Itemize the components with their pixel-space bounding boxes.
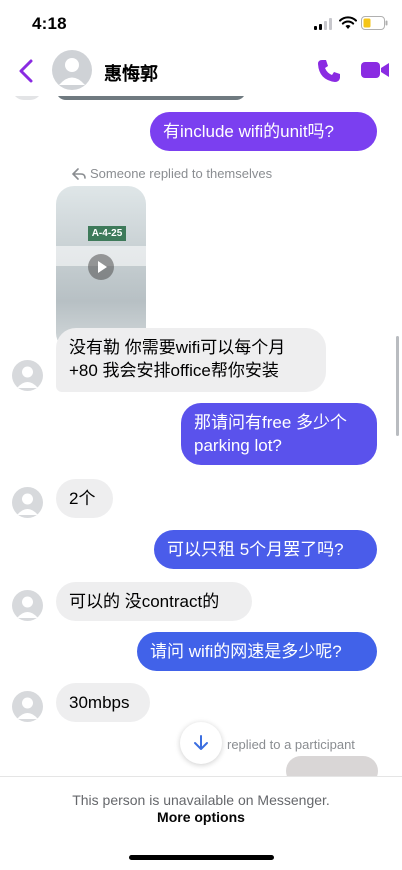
contact-small-avatar[interactable] bbox=[12, 360, 43, 391]
video-attachment[interactable]: A-4-25 bbox=[56, 186, 146, 351]
message-text: 请问 wifi的网速是多少呢? bbox=[150, 642, 342, 661]
default-avatar-icon bbox=[17, 366, 38, 388]
more-options-link[interactable]: More options bbox=[0, 809, 402, 825]
default-avatar-icon bbox=[17, 493, 38, 515]
home-indicator[interactable] bbox=[129, 855, 274, 860]
video-call-button[interactable] bbox=[360, 59, 390, 81]
unavailable-notice: This person is unavailable on Messenger. bbox=[72, 792, 330, 808]
default-avatar-icon bbox=[17, 596, 38, 618]
play-icon[interactable] bbox=[88, 254, 114, 280]
scrollbar[interactable] bbox=[396, 336, 399, 436]
contact-small-avatar[interactable] bbox=[12, 590, 43, 621]
default-avatar-icon bbox=[59, 58, 85, 85]
battery-icon bbox=[361, 16, 388, 30]
message-text: 可以的 没contract的 bbox=[69, 592, 220, 611]
outgoing-message[interactable]: 请问 wifi的网速是多少呢? bbox=[137, 632, 377, 671]
incoming-message[interactable]: 2个 bbox=[56, 479, 113, 518]
wifi-icon bbox=[339, 16, 357, 29]
contact-name[interactable]: 惠悔郭 bbox=[104, 60, 158, 86]
outgoing-message[interactable]: 可以只租 5个月罢了吗? bbox=[154, 530, 377, 569]
message-text: 有include wifi的unit吗? bbox=[163, 122, 335, 141]
status-time: 4:18 bbox=[32, 14, 67, 33]
outgoing-message[interactable]: 那请问有free 多少个parking lot? bbox=[181, 403, 377, 465]
replied-indicator: replied to a participant bbox=[227, 737, 355, 752]
message-text: 那请问有free 多少个parking lot? bbox=[194, 413, 348, 455]
scroll-to-bottom-button[interactable] bbox=[180, 722, 222, 764]
contact-small-avatar[interactable] bbox=[12, 487, 43, 518]
video-sign: A-4-25 bbox=[88, 226, 126, 241]
message-text: 30mbps bbox=[69, 693, 130, 712]
previous-media-edge bbox=[56, 96, 246, 100]
cellular-signal-icon bbox=[314, 18, 332, 30]
message-text: 2个 bbox=[69, 489, 96, 508]
incoming-message[interactable]: 可以的 没contract的 bbox=[56, 582, 252, 621]
partial-message-bubble bbox=[286, 756, 378, 776]
contact-small-avatar[interactable] bbox=[12, 691, 43, 722]
contact-avatar[interactable] bbox=[52, 50, 92, 90]
footer: This person is unavailable on Messenger.… bbox=[0, 776, 402, 870]
back-button[interactable] bbox=[16, 58, 36, 84]
outgoing-message[interactable]: 有include wifi的unit吗? bbox=[150, 112, 377, 151]
reply-arrow-icon bbox=[72, 167, 86, 180]
previous-avatar-edge bbox=[12, 96, 42, 100]
message-thread[interactable]: 有include wifi的unit吗? Someone replied to … bbox=[0, 96, 402, 776]
reply-indicator-text: Someone replied to themselves bbox=[90, 166, 273, 181]
arrow-down-icon bbox=[194, 735, 208, 750]
message-text: 可以只租 5个月罢了吗? bbox=[167, 540, 344, 559]
message-text: 没有勒 你需要wifi可以每个月+80 我会安排office帮你安装 bbox=[69, 338, 286, 380]
audio-call-button[interactable] bbox=[316, 58, 342, 84]
default-avatar-icon bbox=[17, 697, 38, 719]
reply-indicator: Someone replied to themselves bbox=[72, 166, 272, 181]
status-bar: 4:18 bbox=[0, 0, 402, 46]
incoming-message[interactable]: 30mbps bbox=[56, 683, 150, 722]
incoming-message[interactable]: 没有勒 你需要wifi可以每个月+80 我会安排office帮你安装 bbox=[56, 328, 326, 392]
chat-header: 惠悔郭 bbox=[0, 46, 402, 96]
